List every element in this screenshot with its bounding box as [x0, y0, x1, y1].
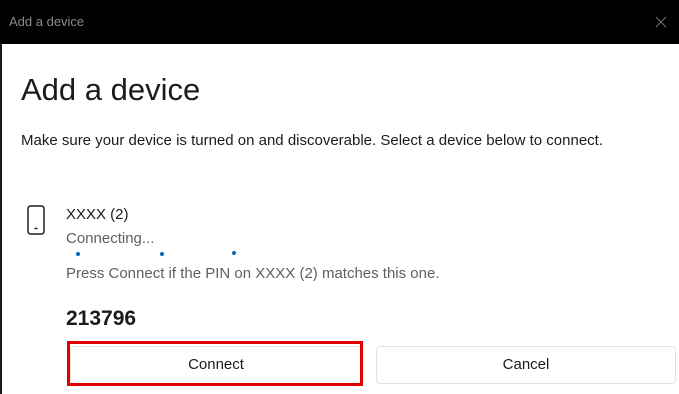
progress-indicator — [66, 249, 266, 259]
progress-dot — [76, 252, 80, 256]
window-border — [0, 44, 2, 394]
progress-dot — [160, 252, 164, 256]
phone-icon — [27, 205, 45, 235]
title-bar: Add a device — [0, 0, 679, 44]
add-device-dialog: Add a device Add a device Make sure your… — [0, 0, 679, 394]
progress-dot — [232, 251, 236, 255]
pin-instructions: Press Connect if the PIN on XXXX (2) mat… — [66, 265, 440, 282]
pin-code: 213796 — [66, 307, 137, 330]
connection-status: Connecting... — [66, 230, 155, 247]
page-title: Add a device — [21, 72, 201, 107]
cancel-button[interactable]: Cancel — [376, 346, 676, 384]
connect-button[interactable]: Connect — [70, 346, 362, 384]
close-icon — [655, 16, 667, 28]
close-button[interactable] — [648, 10, 674, 34]
instructions-text: Make sure your device is turned on and d… — [21, 132, 603, 149]
window-title: Add a device — [9, 14, 85, 29]
device-name: XXXX (2) — [66, 206, 129, 223]
